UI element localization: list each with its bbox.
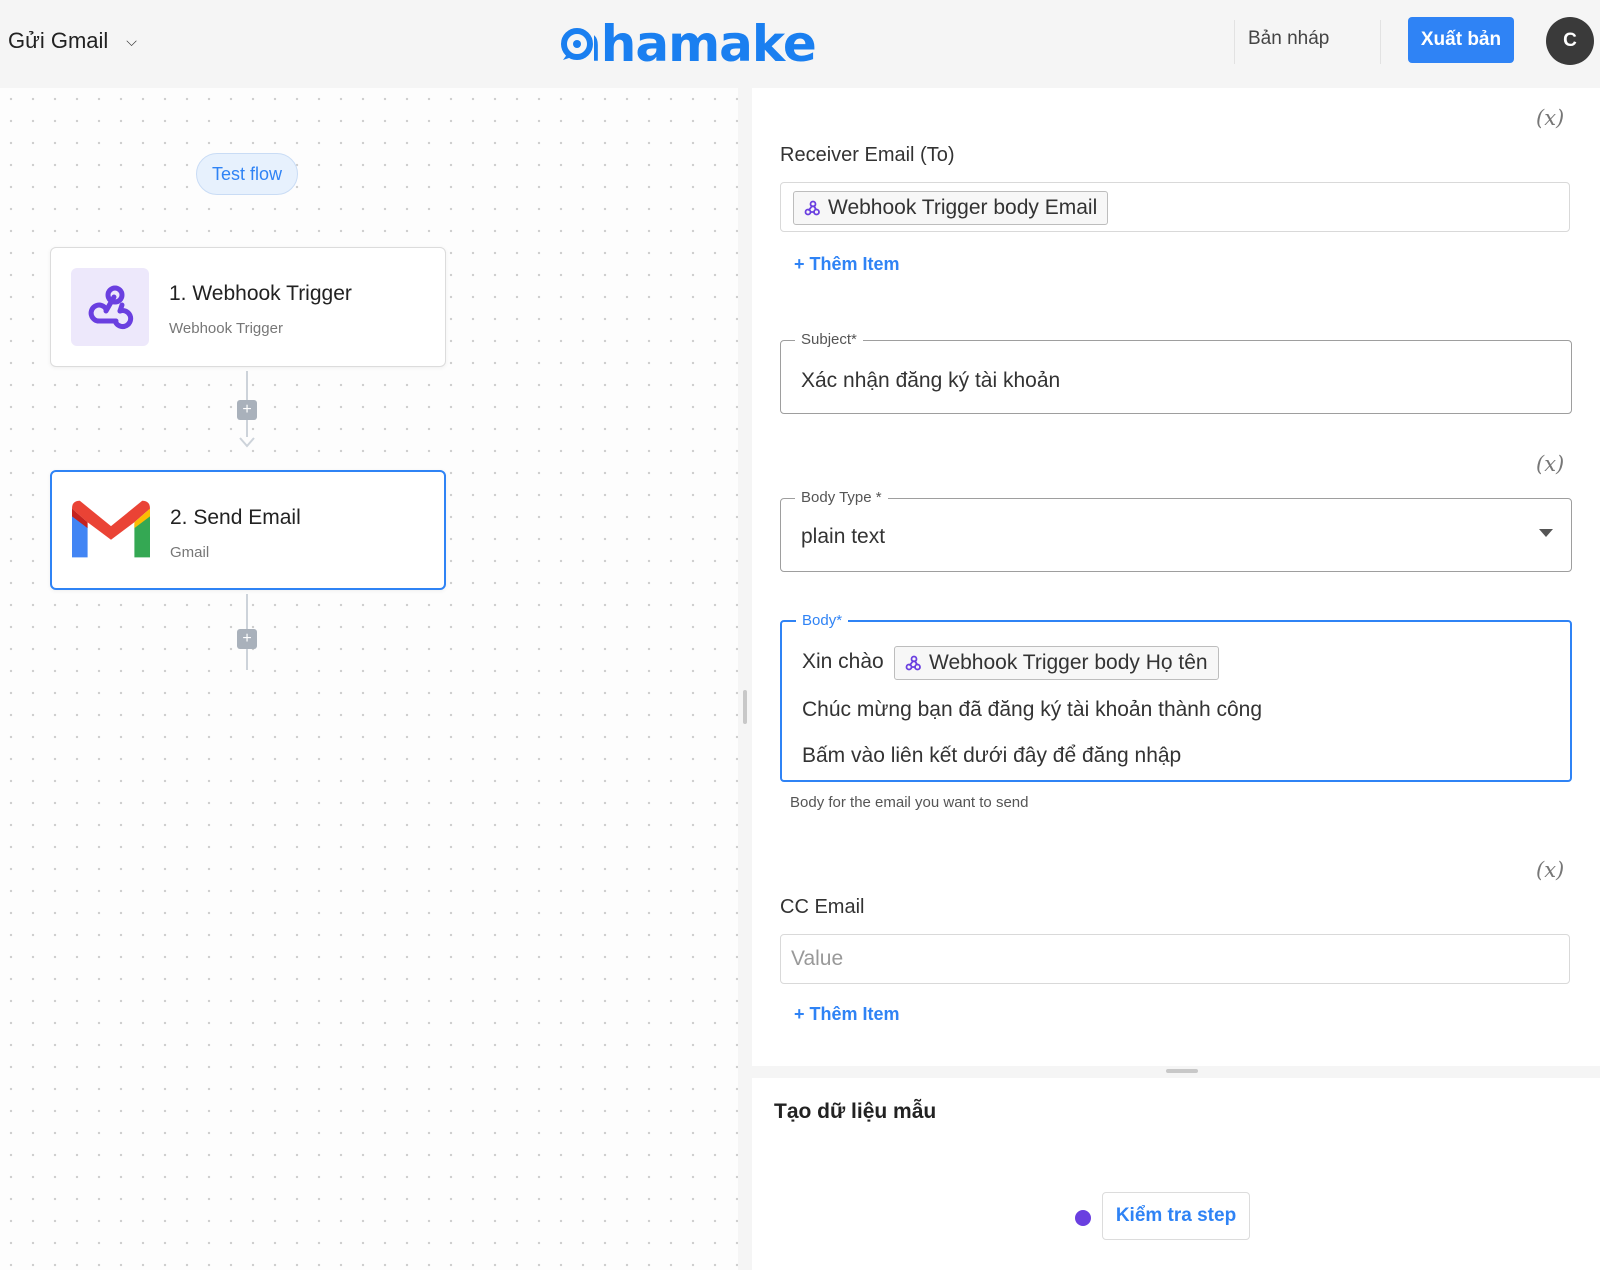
cc-email-text[interactable] xyxy=(791,935,1501,983)
body-line2: Chúc mừng bạn đã đăng ký tài khoản thành… xyxy=(802,698,1263,721)
receiver-email-label: Receiver Email (To) xyxy=(780,144,955,166)
webhook-icon xyxy=(71,268,149,346)
webhook-icon xyxy=(905,655,921,671)
status-indicator xyxy=(1075,1210,1091,1226)
variable-chip[interactable]: Webhook Trigger body Email xyxy=(793,191,1109,225)
variable-chip[interactable]: Webhook Trigger body Họ tên xyxy=(894,646,1219,680)
flow-node-webhook-trigger[interactable]: 1. Webhook Trigger Webhook Trigger xyxy=(50,247,446,367)
node-subtitle: Gmail xyxy=(170,544,210,561)
add-step-button[interactable]: + xyxy=(237,629,257,649)
insert-variable-button[interactable]: (x) xyxy=(1536,452,1564,476)
body-helper-text: Body for the email you want to send xyxy=(790,794,1029,811)
insert-variable-button[interactable]: (x) xyxy=(1536,106,1564,130)
header-divider xyxy=(1234,20,1235,64)
bottom-panel-resize-handle[interactable] xyxy=(1166,1069,1198,1073)
publish-button[interactable]: Xuất bản xyxy=(1408,17,1514,63)
avatar[interactable]: C xyxy=(1546,17,1594,65)
node-subtitle: Webhook Trigger xyxy=(169,320,283,337)
add-cc-item-button[interactable]: + Thêm Item xyxy=(794,1004,900,1025)
top-bar: Gửi Gmail ⌵ ahamake Bản nháp Xuất bản C xyxy=(0,0,1600,88)
dropdown-arrow-icon xyxy=(1539,529,1553,537)
header-divider xyxy=(1380,20,1381,64)
body-type-value: plain text xyxy=(801,525,886,548)
panel-resize-handle[interactable] xyxy=(743,690,747,724)
flow-canvas[interactable]: Test flow 1. Webhook Trigger Webhook Tri… xyxy=(0,88,738,1270)
connector-arrow-icon xyxy=(239,437,255,448)
chevron-down-icon: ⌵ xyxy=(126,32,137,49)
flow-node-send-email[interactable]: 2. Send Email Gmail xyxy=(50,470,446,590)
receiver-email-field[interactable]: Webhook Trigger body Email xyxy=(780,182,1570,232)
logo-text: ahamake xyxy=(568,15,816,73)
add-receiver-item-button[interactable]: + Thêm Item xyxy=(794,254,900,275)
sample-data-panel: Tạo dữ liệu mẫu Kiểm tra step xyxy=(752,1078,1600,1270)
logo-mark-icon xyxy=(561,28,593,60)
cc-email-label: CC Email xyxy=(780,896,865,918)
body-line3: Bấm vào liên kết dưới đây để đăng nhập xyxy=(802,744,1182,767)
app-logo: ahamake xyxy=(560,14,816,74)
body-line1-prefix: Xin chào xyxy=(802,650,884,673)
draft-button[interactable]: Bản nháp xyxy=(1248,28,1329,50)
body-field[interactable]: Body* Xin chào Webhook Trigger body Họ t… xyxy=(780,612,1572,782)
insert-variable-button[interactable]: (x) xyxy=(1536,858,1564,882)
cc-email-input[interactable] xyxy=(780,934,1570,984)
step-config-panel: (x) Receiver Email (To) Webhook Trigger … xyxy=(752,88,1600,1066)
add-step-button[interactable]: + xyxy=(237,400,257,420)
subject-label: Subject* xyxy=(795,331,863,348)
variable-chip-label: Webhook Trigger body Email xyxy=(828,196,1098,219)
sample-data-title: Tạo dữ liệu mẫu xyxy=(774,1100,937,1123)
webhook-icon xyxy=(804,200,820,216)
subject-field[interactable]: Subject* Xác nhận đăng ký tài khoản xyxy=(780,331,1572,414)
body-type-select[interactable]: Body Type * plain text xyxy=(780,489,1572,572)
node-title: 2. Send Email xyxy=(170,506,301,529)
test-flow-button[interactable]: Test flow xyxy=(196,153,298,195)
subject-value: Xác nhận đăng ký tài khoản xyxy=(801,369,1061,392)
variable-chip-label: Webhook Trigger body Họ tên xyxy=(929,651,1208,674)
test-step-button[interactable]: Kiểm tra step xyxy=(1102,1192,1250,1240)
flow-name-menu[interactable]: Gửi Gmail ⌵ xyxy=(8,28,137,54)
body-label: Body* xyxy=(796,612,849,629)
node-title: 1. Webhook Trigger xyxy=(169,282,352,305)
flow-name-label: Gửi Gmail xyxy=(8,28,109,53)
gmail-icon xyxy=(72,492,150,570)
body-type-label: Body Type * xyxy=(795,489,888,506)
